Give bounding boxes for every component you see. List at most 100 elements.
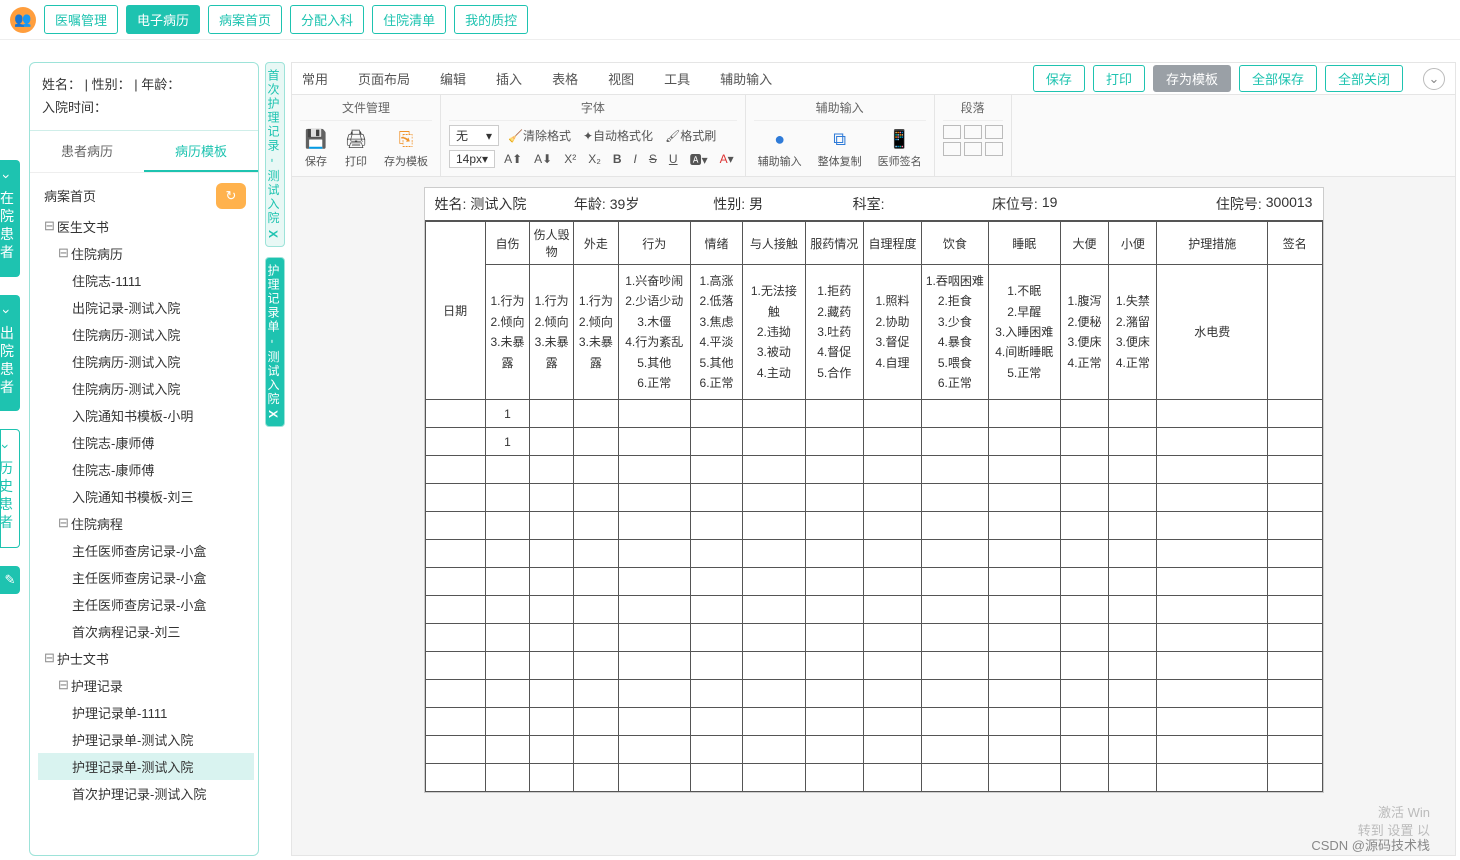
nav-btn-1[interactable]: 电子病历 [126,5,200,34]
subscript[interactable]: X₂ [585,152,604,166]
rail-inpatient[interactable]: › 在院患者 [0,160,20,277]
menu-table[interactable]: 表格 [552,69,578,88]
print-icon: 🖨 [344,127,368,151]
collapse-icon[interactable]: ⊟ [58,245,69,261]
action-close-all[interactable]: 全部关闭 [1325,65,1403,92]
tree-item[interactable]: 住院志-康师傅 [38,429,254,456]
tree-item[interactable]: ⊟护士文书 [38,645,254,672]
menu-aux[interactable]: 辅助输入 [720,69,772,88]
doc-header: 姓名:测试入院 年龄:39岁 性别:男 科室: 床位号:19 住院号:30001… [425,188,1323,221]
rail-edit-icon[interactable]: ✎ [0,566,20,594]
tree-item[interactable]: ⊟医生文书 [38,213,254,240]
font-dec[interactable]: A⬇ [531,152,555,166]
tree-item[interactable]: 护理记录单-1111 [38,699,254,726]
nav-btn-3[interactable]: 分配入科 [290,5,364,34]
tree-item[interactable]: 出院记录-测试入院 [38,294,254,321]
strike[interactable]: S [646,152,660,166]
nav-btn-5[interactable]: 我的质控 [454,5,528,34]
rb-template[interactable]: ⎘存为模板 [380,125,432,171]
credit: CSDN @源码技术栈 [1311,835,1430,854]
record-tree: 病案首页↻⊟医生文书⊟住院病历住院志-1111出院记录-测试入院住院病历-测试入… [30,173,258,855]
clear-format[interactable]: 🧹清除格式 [505,127,574,144]
nav-btn-4[interactable]: 住院清单 [372,5,446,34]
chevron-down-icon[interactable]: ⌄ [1423,68,1445,90]
font-size-select[interactable]: 14px ▾ [449,150,495,168]
tree-item[interactable]: 住院病历-测试入院 [38,375,254,402]
bold[interactable]: B [610,152,625,166]
tree-item[interactable]: 病案首页↻ [38,179,254,213]
action-save[interactable]: 保存 [1033,65,1085,92]
underline[interactable]: U [666,152,681,166]
close-icon[interactable]: X [266,230,280,240]
rail-history[interactable]: › 历史患者 [0,429,20,548]
action-print[interactable]: 打印 [1093,65,1145,92]
editor-pane: 常用 页面布局 编辑 插入 表格 视图 工具 辅助输入 保存 打印 存为模板 全… [291,62,1456,856]
tree-item[interactable]: 住院病历-测试入院 [38,321,254,348]
sidebar-tabs: 患者病历 病历模板 [30,131,258,173]
tree-item[interactable]: 主任医师查房记录-小盒 [38,564,254,591]
tree-item[interactable]: 住院病历-测试入院 [38,348,254,375]
rb-copy-all[interactable]: ⧉整体复制 [814,125,866,171]
logo-icon: 👥 [10,7,36,33]
doc-scroll[interactable]: 姓名:测试入院 年龄:39岁 性别:男 科室: 床位号:19 住院号:30001… [292,177,1455,855]
font-color[interactable]: A▾ [717,152,737,166]
tree-item[interactable]: ⊟住院病程 [38,510,254,537]
menu-layout[interactable]: 页面布局 [358,69,410,88]
nav-btn-0[interactable]: 医嘱管理 [44,5,118,34]
sb-tab-templates[interactable]: 病历模板 [144,131,258,172]
superscript[interactable]: X² [561,152,579,166]
action-save-all[interactable]: 全部保存 [1239,65,1317,92]
format-brush[interactable]: 🖌格式刷 [662,127,719,144]
tree-item[interactable]: 首次护理记录-测试入院 [38,780,254,807]
ribbon-aux: 辅助输入 ●辅助输入 ⧉整体复制 📱医师签名 [746,95,935,176]
tree-item[interactable]: ⊟护理记录 [38,672,254,699]
menu-insert[interactable]: 插入 [496,69,522,88]
align-grid[interactable] [943,125,1003,156]
rb-sign[interactable]: 📱医师签名 [874,125,926,171]
close-icon[interactable]: X [266,410,280,420]
menu-edit[interactable]: 编辑 [440,69,466,88]
editor-menubar: 常用 页面布局 编辑 插入 表格 视图 工具 辅助输入 保存 打印 存为模板 全… [292,63,1455,95]
tree-item[interactable]: 护理记录单-测试入院 [38,753,254,780]
ribbon-font: 字体 无 ▾ 🧹清除格式 ✦自动格式化 🖌格式刷 14px ▾ A⬆ A⬇ X²… [441,95,746,176]
collapse-icon[interactable]: ⊟ [58,677,69,693]
sign-icon: 📱 [888,127,912,151]
sb-tab-records[interactable]: 患者病历 [30,131,144,172]
rb-save[interactable]: 💾保存 [300,125,332,171]
tree-item[interactable]: 主任医师查房记录-小盒 [38,591,254,618]
collapse-icon[interactable]: ⊟ [58,515,69,531]
ribbon-para: 段落 [935,95,1012,176]
tree-item[interactable]: 住院志-康师傅 [38,456,254,483]
tree-item[interactable]: 住院志-1111 [38,267,254,294]
tree-item[interactable]: 入院通知书模板-小明 [38,402,254,429]
doc-tab-0[interactable]: 首次护理记录 - 测试入院X [265,62,285,247]
template-icon: ⎘ [394,127,418,151]
doc-tab-1[interactable]: 护理记录单 - 测试入院X [265,257,285,428]
auto-format[interactable]: ✦自动格式化 [580,127,656,144]
collapse-icon[interactable]: ⊟ [44,218,55,234]
rb-aux-input[interactable]: ●辅助输入 [754,125,806,171]
tree-item[interactable]: 入院通知书模板-刘三 [38,483,254,510]
nav-btn-2[interactable]: 病案首页 [208,5,282,34]
aux-icon: ● [768,127,792,151]
menu-tools[interactable]: 工具 [664,69,690,88]
tree-item[interactable]: 首次病程记录-刘三 [38,618,254,645]
patient-info-box: 姓名： | 性别： | 年龄： 入院时间： [30,63,258,131]
action-template[interactable]: 存为模板 [1153,65,1231,92]
rail-discharged[interactable]: › 出院患者 [0,295,20,412]
tree-item[interactable]: 护理记录单-测试入院 [38,726,254,753]
collapse-icon[interactable]: ⊟ [44,650,55,666]
font-style-select[interactable]: 无 ▾ [449,125,499,146]
refresh-icon[interactable]: ↻ [216,183,246,209]
highlight[interactable]: 🅰▾ [687,151,711,168]
font-inc[interactable]: A⬆ [501,152,525,166]
patient-line2: 入院时间： [42,96,246,119]
italic[interactable]: I [631,152,640,166]
ribbon-file: 文件管理 💾保存 🖨打印 ⎘存为模板 [292,95,441,176]
nursing-table[interactable]: 日期自伤伤人毁物外走行为情绪与人接触服药情况自理程度饮食睡眠大便小便护理措施签名… [425,221,1323,792]
menu-common[interactable]: 常用 [302,69,328,88]
menu-view[interactable]: 视图 [608,69,634,88]
rb-print[interactable]: 🖨打印 [340,125,372,171]
tree-item[interactable]: ⊟住院病历 [38,240,254,267]
tree-item[interactable]: 主任医师查房记录-小盒 [38,537,254,564]
